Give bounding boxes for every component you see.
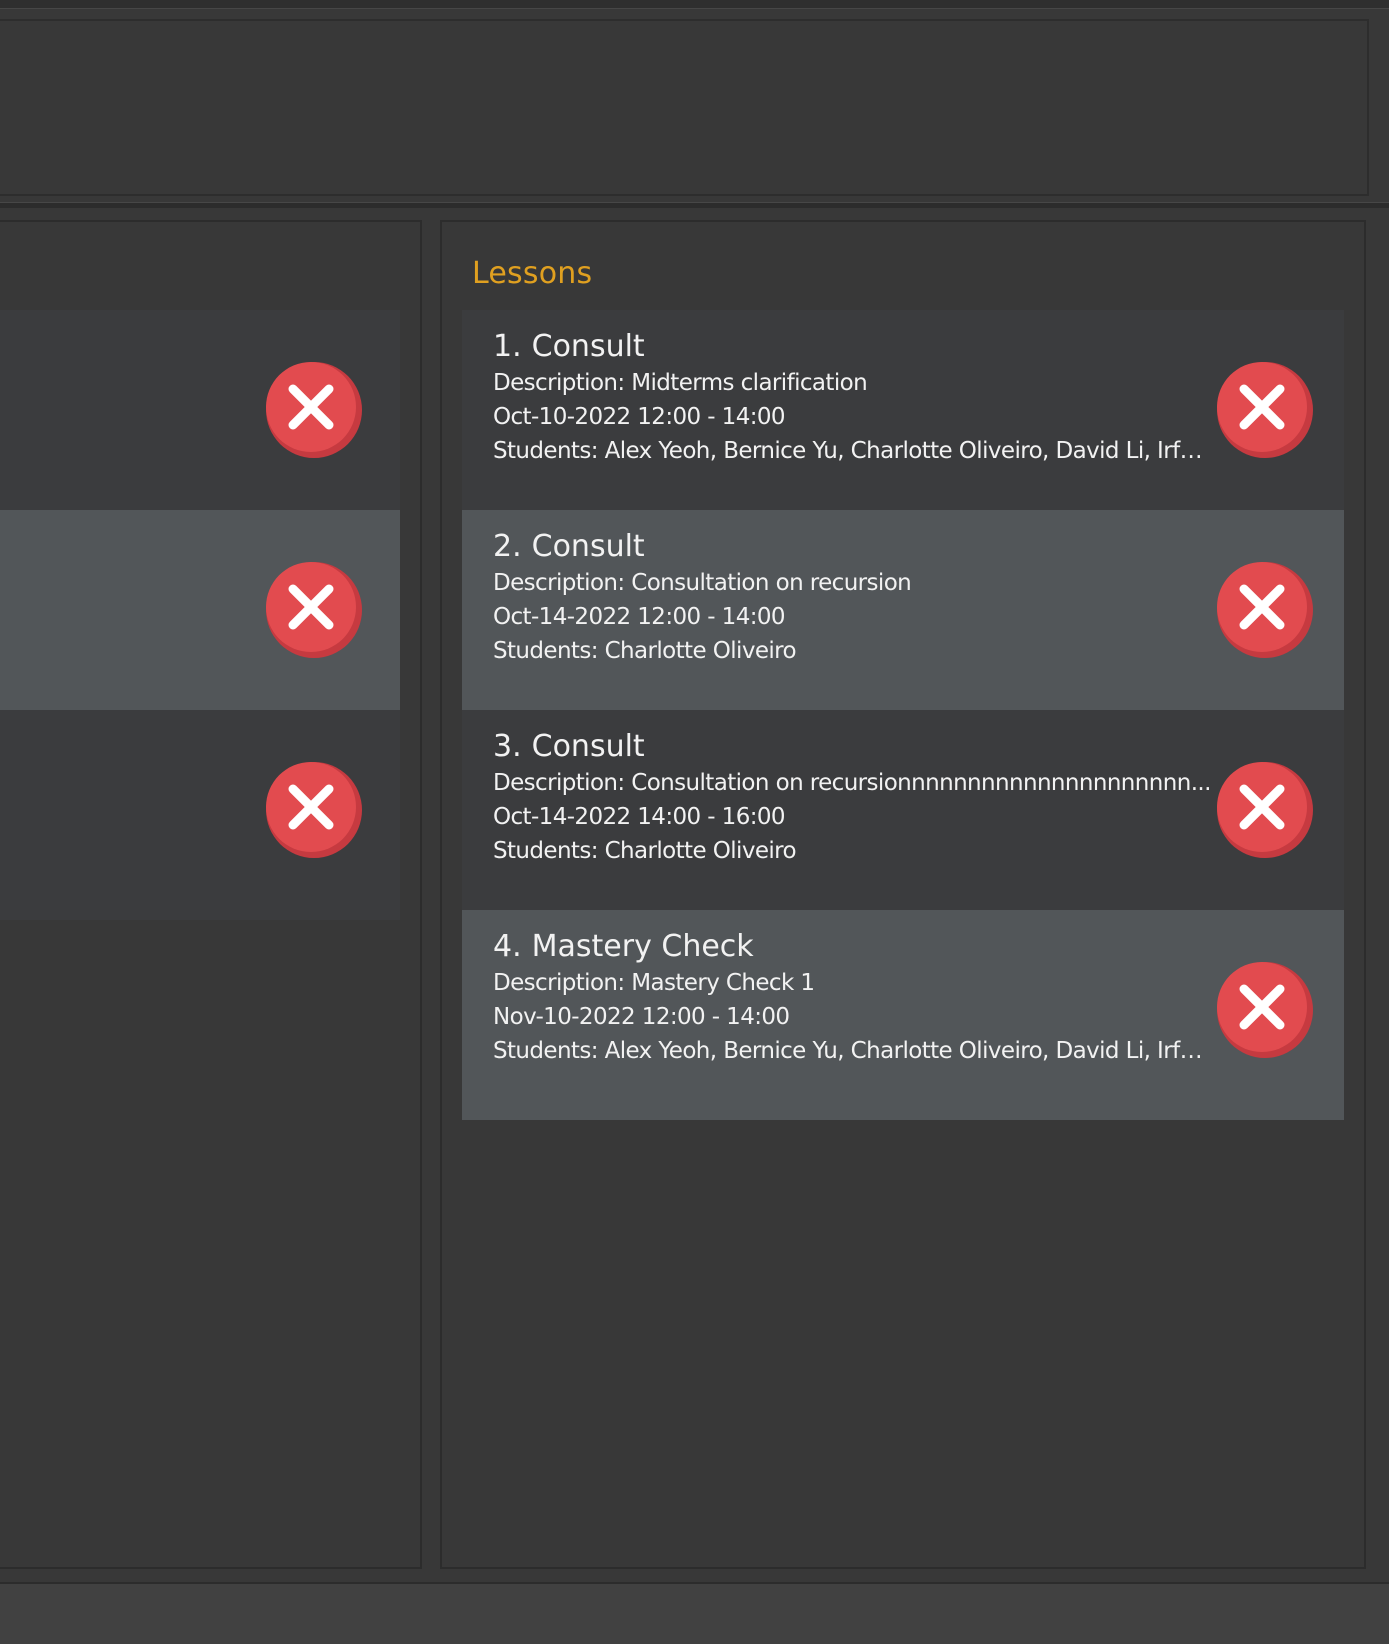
lesson-card[interactable]: 3. Consult Description: Consultation on r… xyxy=(462,710,1344,920)
lesson-details: 2. Consult Description: Consultation on r… xyxy=(493,528,1213,668)
lesson-title: 2. Consult xyxy=(493,528,1213,566)
list-item[interactable] xyxy=(0,710,400,920)
delete-button[interactable] xyxy=(264,760,364,860)
delete-lesson-button[interactable] xyxy=(1215,960,1315,1060)
lesson-students: Students: Charlotte Oliveiro xyxy=(493,638,797,664)
lesson-title: 1. Consult xyxy=(493,328,1213,366)
lesson-description: Description: Consultation on recursion xyxy=(493,570,912,596)
panel-title: Lessons xyxy=(472,256,593,291)
top-separator xyxy=(0,202,1389,208)
lesson-name: Consult xyxy=(531,729,645,764)
lesson-description: Description: Consultation on recursionnn… xyxy=(493,770,1211,796)
delete-button[interactable] xyxy=(264,360,364,460)
lesson-index: 3. xyxy=(493,729,522,764)
list-item[interactable] xyxy=(0,310,400,520)
lesson-name: Mastery Check xyxy=(531,929,754,964)
lesson-description: Description: Midterms clarification xyxy=(493,370,868,396)
delete-lesson-button[interactable] xyxy=(1215,760,1315,860)
lesson-datetime: Oct-10-2022 12:00 - 14:00 xyxy=(493,404,786,430)
lesson-datetime: Oct-14-2022 14:00 - 16:00 xyxy=(493,804,786,830)
lesson-title: 3. Consult xyxy=(493,728,1213,766)
lesson-index: 2. xyxy=(493,529,522,564)
delete-button[interactable] xyxy=(264,560,364,660)
lesson-details: 3. Consult Description: Consultation on r… xyxy=(493,728,1213,868)
lesson-card[interactable]: 4. Mastery Check Description: Mastery Che… xyxy=(462,910,1344,1120)
lesson-title: 4. Mastery Check xyxy=(493,928,1213,966)
lesson-index: 1. xyxy=(493,329,522,364)
lesson-datetime: Oct-14-2022 12:00 - 14:00 xyxy=(493,604,786,630)
lesson-details: 4. Mastery Check Description: Mastery Che… xyxy=(493,928,1213,1068)
app-window: Lessons 1. Consult Description: Midterms … xyxy=(0,0,1389,1644)
delete-lesson-button[interactable] xyxy=(1215,560,1315,660)
lesson-datetime: Nov-10-2022 12:00 - 14:00 xyxy=(493,1004,790,1030)
list-item[interactable] xyxy=(0,510,400,720)
delete-lesson-button[interactable] xyxy=(1215,360,1315,460)
lesson-name: Consult xyxy=(531,529,645,564)
menu-bar-edge xyxy=(0,0,1389,9)
lesson-index: 4. xyxy=(493,929,522,964)
lesson-card[interactable]: 1. Consult Description: Midterms clarific… xyxy=(462,310,1344,520)
lesson-card[interactable]: 2. Consult Description: Consultation on r… xyxy=(462,510,1344,720)
lesson-description: Description: Mastery Check 1 xyxy=(493,970,815,996)
status-bar xyxy=(0,1582,1389,1644)
left-list-panel xyxy=(0,220,422,1569)
lesson-details: 1. Consult Description: Midterms clarific… xyxy=(493,328,1213,468)
lesson-name: Consult xyxy=(531,329,645,364)
lesson-students: Students: Alex Yeoh, Bernice Yu, Charlot… xyxy=(493,1038,1213,1064)
lesson-students: Students: Alex Yeoh, Bernice Yu, Charlot… xyxy=(493,438,1213,464)
lesson-students: Students: Charlotte Oliveiro xyxy=(493,838,797,864)
result-display-box xyxy=(0,19,1369,196)
lessons-panel: Lessons 1. Consult Description: Midterms … xyxy=(440,220,1366,1569)
